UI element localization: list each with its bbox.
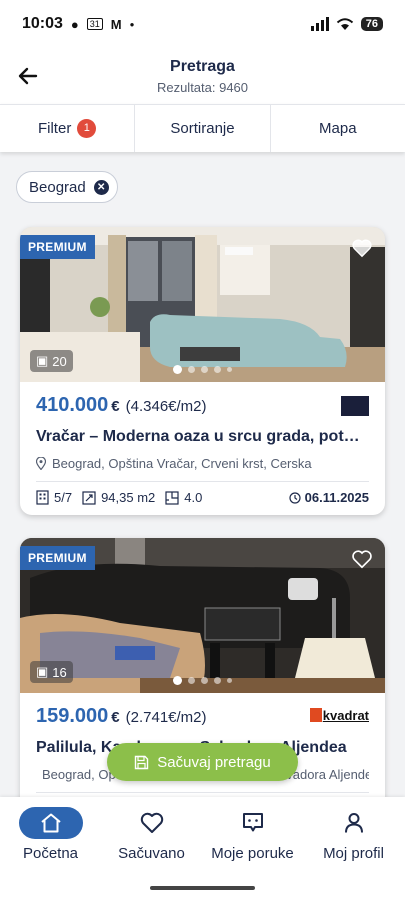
favorite-heart-icon[interactable]: [351, 237, 373, 259]
home-icon: [18, 807, 83, 839]
listing-card[interactable]: PREMIUM ▣ 16 159.000 € (2.741€/m2) kvadr…: [20, 538, 385, 828]
rooms-value: 4.0: [184, 490, 203, 505]
divider: [36, 792, 369, 793]
price-row: 410.000 € (4.346€/m2): [36, 394, 369, 420]
search-results-screen: 10:03 ● 31 M ● 76 Pretraga Rezultata: 94…: [0, 0, 405, 900]
listing-card[interactable]: PREMIUM ▣ 20 410.000 € (4.346€/m2) Vrača…: [20, 227, 385, 515]
listing-photo[interactable]: PREMIUM ▣ 20: [20, 227, 385, 382]
map-label: Mapa: [319, 120, 357, 137]
user-icon: [344, 813, 363, 833]
listing-price: 410.000: [36, 394, 109, 416]
notification-icon: ●: [70, 16, 79, 32]
nav-profile[interactable]: Moj profil: [303, 807, 404, 862]
heart-icon: [140, 812, 163, 833]
listing-title: Vračar – Moderna oaza u srcu grada, potp…: [36, 428, 369, 445]
mcdonalds-icon: M: [110, 16, 122, 32]
divider: [36, 481, 369, 482]
agency-logo: kvadrat: [309, 705, 369, 725]
location-text: Beograd, Opština Vračar, Crveni krst, Ce…: [52, 456, 312, 471]
listing-price: 159.000: [36, 705, 109, 727]
date-value: 06.11.2025: [304, 490, 369, 505]
floor-value: 5/7: [54, 490, 73, 505]
location-filter-chip[interactable]: Beograd ✕: [16, 171, 118, 203]
listing-currency: €: [111, 398, 120, 415]
more-notifications-icon: ●: [129, 19, 135, 29]
sort-label: Sortiranje: [170, 120, 235, 137]
results-count: Rezultata: 9460: [156, 80, 249, 95]
location-pin-icon: [36, 457, 46, 470]
price-row: 159.000 € (2.741€/m2) kvadrat: [36, 705, 369, 731]
map-button[interactable]: Mapa: [271, 105, 405, 152]
nav-home-label: Početna: [22, 845, 79, 862]
wifi-icon: [336, 18, 353, 30]
nav-messages[interactable]: Moje poruke: [202, 807, 303, 862]
status-right: 76: [310, 17, 383, 31]
floorplan-icon: [165, 490, 179, 505]
nav-saved[interactable]: Sačuvano: [101, 807, 202, 862]
status-bar: 10:03 ● 31 M ● 76: [0, 0, 405, 48]
clock-icon: [289, 491, 301, 504]
listing-location: Beograd, Opština Vračar, Crveni krst, Ce…: [36, 456, 369, 471]
calendar-icon: 31: [86, 18, 103, 30]
listing-date: 06.11.2025: [289, 490, 369, 505]
price-per-m2: (2.741€/m2): [125, 709, 207, 726]
save-icon: [135, 755, 149, 769]
premium-badge: PREMIUM: [20, 546, 95, 570]
nav-messages-label: Moje poruke: [211, 845, 294, 862]
page-title: Pretraga: [170, 58, 235, 75]
signal-icon: [310, 17, 329, 31]
floor-info: 5/7: [36, 490, 72, 505]
filter-label: Filter: [37, 120, 72, 137]
chip-label: Beograd: [29, 178, 86, 196]
remove-chip-icon[interactable]: ✕: [93, 179, 109, 195]
status-time: 10:03: [22, 15, 63, 32]
premium-badge: PREMIUM: [20, 235, 95, 259]
agency-logo-text: kvadrat: [322, 707, 369, 723]
home-indicator[interactable]: [150, 886, 255, 890]
nav-saved-label: Sačuvano: [118, 845, 185, 862]
battery-indicator: 76: [360, 17, 383, 31]
save-search-label: Sačuvaj pretragu: [157, 753, 271, 771]
price-per-m2: (4.346€/m2): [125, 398, 207, 415]
sort-button[interactable]: Sortiranje: [135, 105, 271, 152]
nav-profile-label: Moj profil: [323, 845, 384, 862]
area-value: 94,35 m2: [101, 490, 156, 505]
area-icon: [82, 490, 96, 505]
results-toolbar: Filter 1 Sortiranje Mapa: [0, 104, 405, 152]
listing-info: 410.000 € (4.346€/m2) Vračar – Moderna o…: [20, 394, 385, 505]
app-header: Pretraga Rezultata: 9460: [0, 48, 405, 104]
area-info: 94,35 m2: [82, 490, 155, 505]
favorite-heart-icon[interactable]: [351, 548, 373, 570]
listing-currency: €: [111, 709, 120, 726]
save-search-button[interactable]: Sačuvaj pretragu: [107, 743, 298, 781]
listing-meta: 5/7 94,35 m2 4.0 06.11.2025: [36, 490, 369, 505]
photo-pager-dots: [20, 365, 385, 374]
filter-button[interactable]: Filter 1: [0, 105, 136, 152]
rooms-info: 4.0: [165, 490, 202, 505]
chat-icon: [242, 813, 263, 832]
nav-home[interactable]: Početna: [0, 807, 101, 862]
bottom-navigation: Početna Sačuvano Moje poruke Moj profil: [0, 797, 405, 900]
filter-count-badge: 1: [77, 119, 97, 138]
building-icon: [36, 490, 49, 505]
listing-photo[interactable]: PREMIUM ▣ 16: [20, 538, 385, 693]
agency-logo: [341, 396, 369, 416]
photo-pager-dots: [20, 676, 385, 685]
